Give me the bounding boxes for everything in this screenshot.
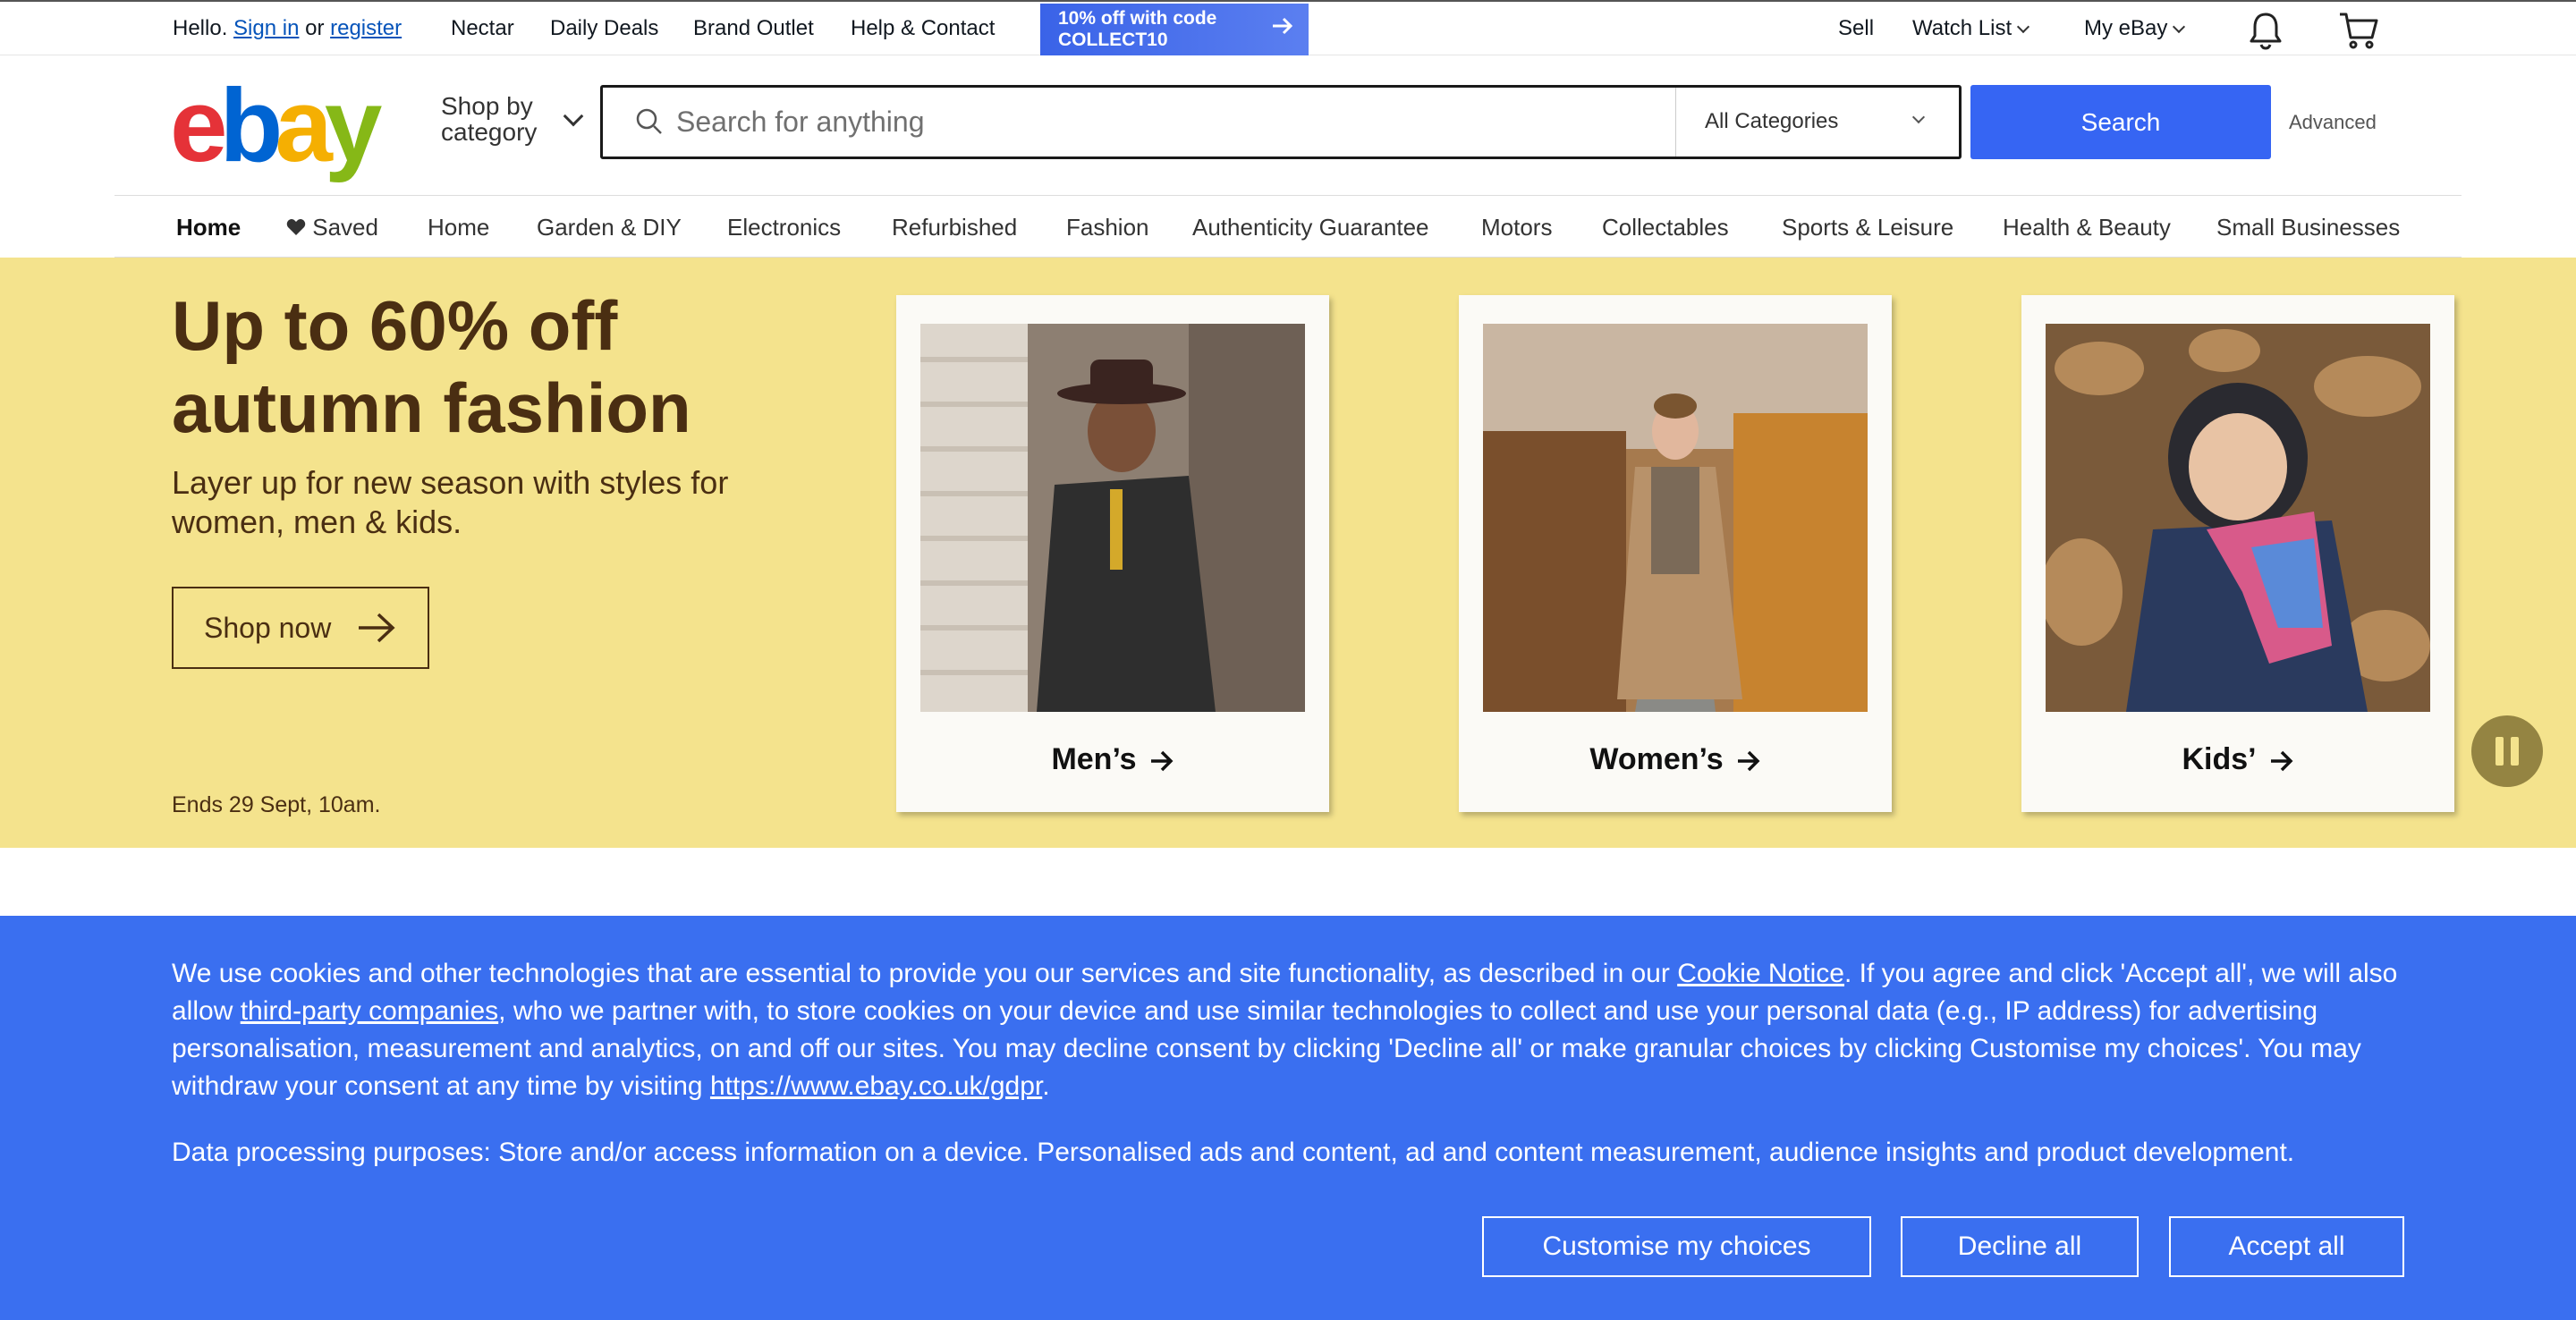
womens-fashion-photo bbox=[1483, 324, 1868, 712]
promo-code-banner[interactable]: 10% off with code COLLECT10 bbox=[1040, 4, 1309, 55]
tab-sports-leisure[interactable]: Sports & Leisure bbox=[1782, 214, 1953, 241]
tab-electronics[interactable]: Electronics bbox=[727, 214, 841, 241]
third-party-companies-link[interactable]: third-party companies bbox=[241, 996, 498, 1026]
chevron-down-icon bbox=[1911, 110, 1926, 124]
search-icon bbox=[635, 107, 664, 140]
shop-by-line-2: category bbox=[441, 118, 538, 146]
mens-category-card[interactable]: Men’s bbox=[896, 295, 1329, 812]
hero-title: Up to 60% off autumn fashion bbox=[172, 286, 691, 447]
watch-list-dropdown[interactable]: Watch List bbox=[1912, 16, 2030, 41]
tab-saved-label: Saved bbox=[312, 214, 378, 241]
arrow-right-icon bbox=[1271, 16, 1294, 38]
notification-bell-icon[interactable] bbox=[2247, 11, 2284, 56]
category-select[interactable]: All Categories bbox=[1675, 88, 1959, 157]
accept-all-button[interactable]: Accept all bbox=[2169, 1216, 2404, 1277]
sign-in-link[interactable]: Sign in bbox=[233, 16, 299, 40]
tab-authenticity-guarantee[interactable]: Authenticity Guarantee bbox=[1192, 214, 1429, 241]
search-bar: All Categories bbox=[600, 85, 1962, 159]
arrow-right-icon bbox=[357, 612, 396, 651]
heart-icon bbox=[286, 214, 306, 241]
top-utility-bar: Hello. Sign in or register Nectar Daily … bbox=[0, 0, 2576, 55]
brand-outlet-link[interactable]: Brand Outlet bbox=[693, 16, 814, 41]
pause-icon bbox=[2496, 737, 2504, 766]
mens-card-label: Men’s bbox=[896, 742, 1329, 781]
chevron-down-icon bbox=[2173, 20, 2186, 34]
tab-fashion[interactable]: Fashion bbox=[1066, 214, 1149, 241]
sell-link[interactable]: Sell bbox=[1838, 16, 1874, 41]
tab-refurbished[interactable]: Refurbished bbox=[892, 214, 1017, 241]
kids-fashion-photo bbox=[2046, 324, 2430, 712]
decline-all-button[interactable]: Decline all bbox=[1901, 1216, 2139, 1277]
womens-card-label: Women’s bbox=[1459, 742, 1892, 781]
ebay-logo[interactable]: ebay bbox=[170, 73, 382, 177]
shop-by-category-button[interactable]: Shop by category bbox=[441, 92, 584, 146]
cart-icon[interactable] bbox=[2338, 11, 2379, 56]
hero-banner: Up to 60% off autumn fashion Layer up fo… bbox=[0, 258, 2576, 848]
tab-small-businesses[interactable]: Small Businesses bbox=[2216, 214, 2400, 241]
nectar-link[interactable]: Nectar bbox=[451, 16, 514, 41]
logo-letter: a bbox=[275, 67, 332, 183]
arrow-right-icon bbox=[2269, 746, 2294, 781]
chevron-down-icon bbox=[563, 106, 584, 127]
greeting: Hello. Sign in or register bbox=[173, 16, 402, 41]
kids-category-card[interactable]: Kids’ bbox=[2021, 295, 2454, 812]
cookie-text-part: , who we partner with, to store cookies … bbox=[172, 996, 2361, 1101]
category-nav: Home Saved Home Garden & DIY Electronics… bbox=[114, 195, 2462, 261]
pause-icon bbox=[2511, 737, 2519, 766]
arrow-right-icon bbox=[1736, 746, 1761, 781]
register-link[interactable]: register bbox=[330, 16, 402, 40]
my-ebay-label: My eBay bbox=[2084, 16, 2168, 40]
logo-letter: b bbox=[219, 67, 284, 183]
category-select-value: All Categories bbox=[1705, 109, 1839, 133]
shop-by-line-1: Shop by bbox=[441, 92, 533, 120]
search-input[interactable] bbox=[676, 97, 1571, 147]
mens-fashion-photo bbox=[920, 324, 1305, 712]
watch-list-label: Watch List bbox=[1912, 16, 2012, 40]
cookie-consent-banner: We use cookies and other technologies th… bbox=[0, 916, 2576, 1320]
gdpr-link[interactable]: https://www.ebay.co.uk/gdpr bbox=[710, 1071, 1042, 1101]
advanced-search-link[interactable]: Advanced bbox=[2289, 111, 2377, 134]
logo-letter: e bbox=[170, 67, 227, 183]
tab-home[interactable]: Home bbox=[176, 214, 242, 261]
search-button[interactable]: Search bbox=[1970, 85, 2271, 159]
tab-home-2[interactable]: Home bbox=[428, 214, 489, 241]
daily-deals-link[interactable]: Daily Deals bbox=[550, 16, 658, 41]
shop-now-button[interactable]: Shop now bbox=[172, 587, 429, 669]
greeting-text: Hello. bbox=[173, 16, 228, 40]
data-processing-purposes: Data processing purposes: Store and/or a… bbox=[172, 1138, 2295, 1167]
cookie-notice-link[interactable]: Cookie Notice bbox=[1677, 959, 1844, 988]
or-text: or bbox=[305, 16, 325, 40]
cookie-consent-text: We use cookies and other technologies th… bbox=[172, 955, 2408, 1105]
customise-choices-button[interactable]: Customise my choices bbox=[1482, 1216, 1871, 1277]
chevron-down-icon bbox=[2017, 20, 2030, 34]
shop-now-label: Shop now bbox=[204, 611, 332, 644]
logo-letter: y bbox=[324, 67, 382, 183]
my-ebay-dropdown[interactable]: My eBay bbox=[2084, 16, 2186, 41]
hero-subtitle: Layer up for new season with styles for … bbox=[172, 464, 729, 540]
cookie-text-part: . bbox=[1042, 1071, 1050, 1101]
help-contact-link[interactable]: Help & Contact bbox=[851, 16, 995, 41]
arrow-right-icon bbox=[1149, 746, 1174, 781]
carousel-pause-button[interactable] bbox=[2471, 715, 2543, 787]
womens-category-card[interactable]: Women’s bbox=[1459, 295, 1892, 812]
tab-health-beauty[interactable]: Health & Beauty bbox=[2003, 214, 2171, 241]
cookie-text-part: We use cookies and other technologies th… bbox=[172, 959, 1678, 988]
tab-saved[interactable]: Saved bbox=[286, 214, 378, 241]
offer-end-date: Ends 29 Sept, 10am. bbox=[172, 792, 381, 817]
tab-garden-diy[interactable]: Garden & DIY bbox=[537, 214, 682, 241]
kids-label-text: Kids’ bbox=[2182, 742, 2257, 776]
kids-card-label: Kids’ bbox=[2021, 742, 2454, 781]
mens-label-text: Men’s bbox=[1051, 742, 1137, 776]
tab-motors[interactable]: Motors bbox=[1481, 214, 1552, 241]
tab-collectables[interactable]: Collectables bbox=[1602, 214, 1729, 241]
womens-label-text: Women’s bbox=[1589, 742, 1724, 776]
